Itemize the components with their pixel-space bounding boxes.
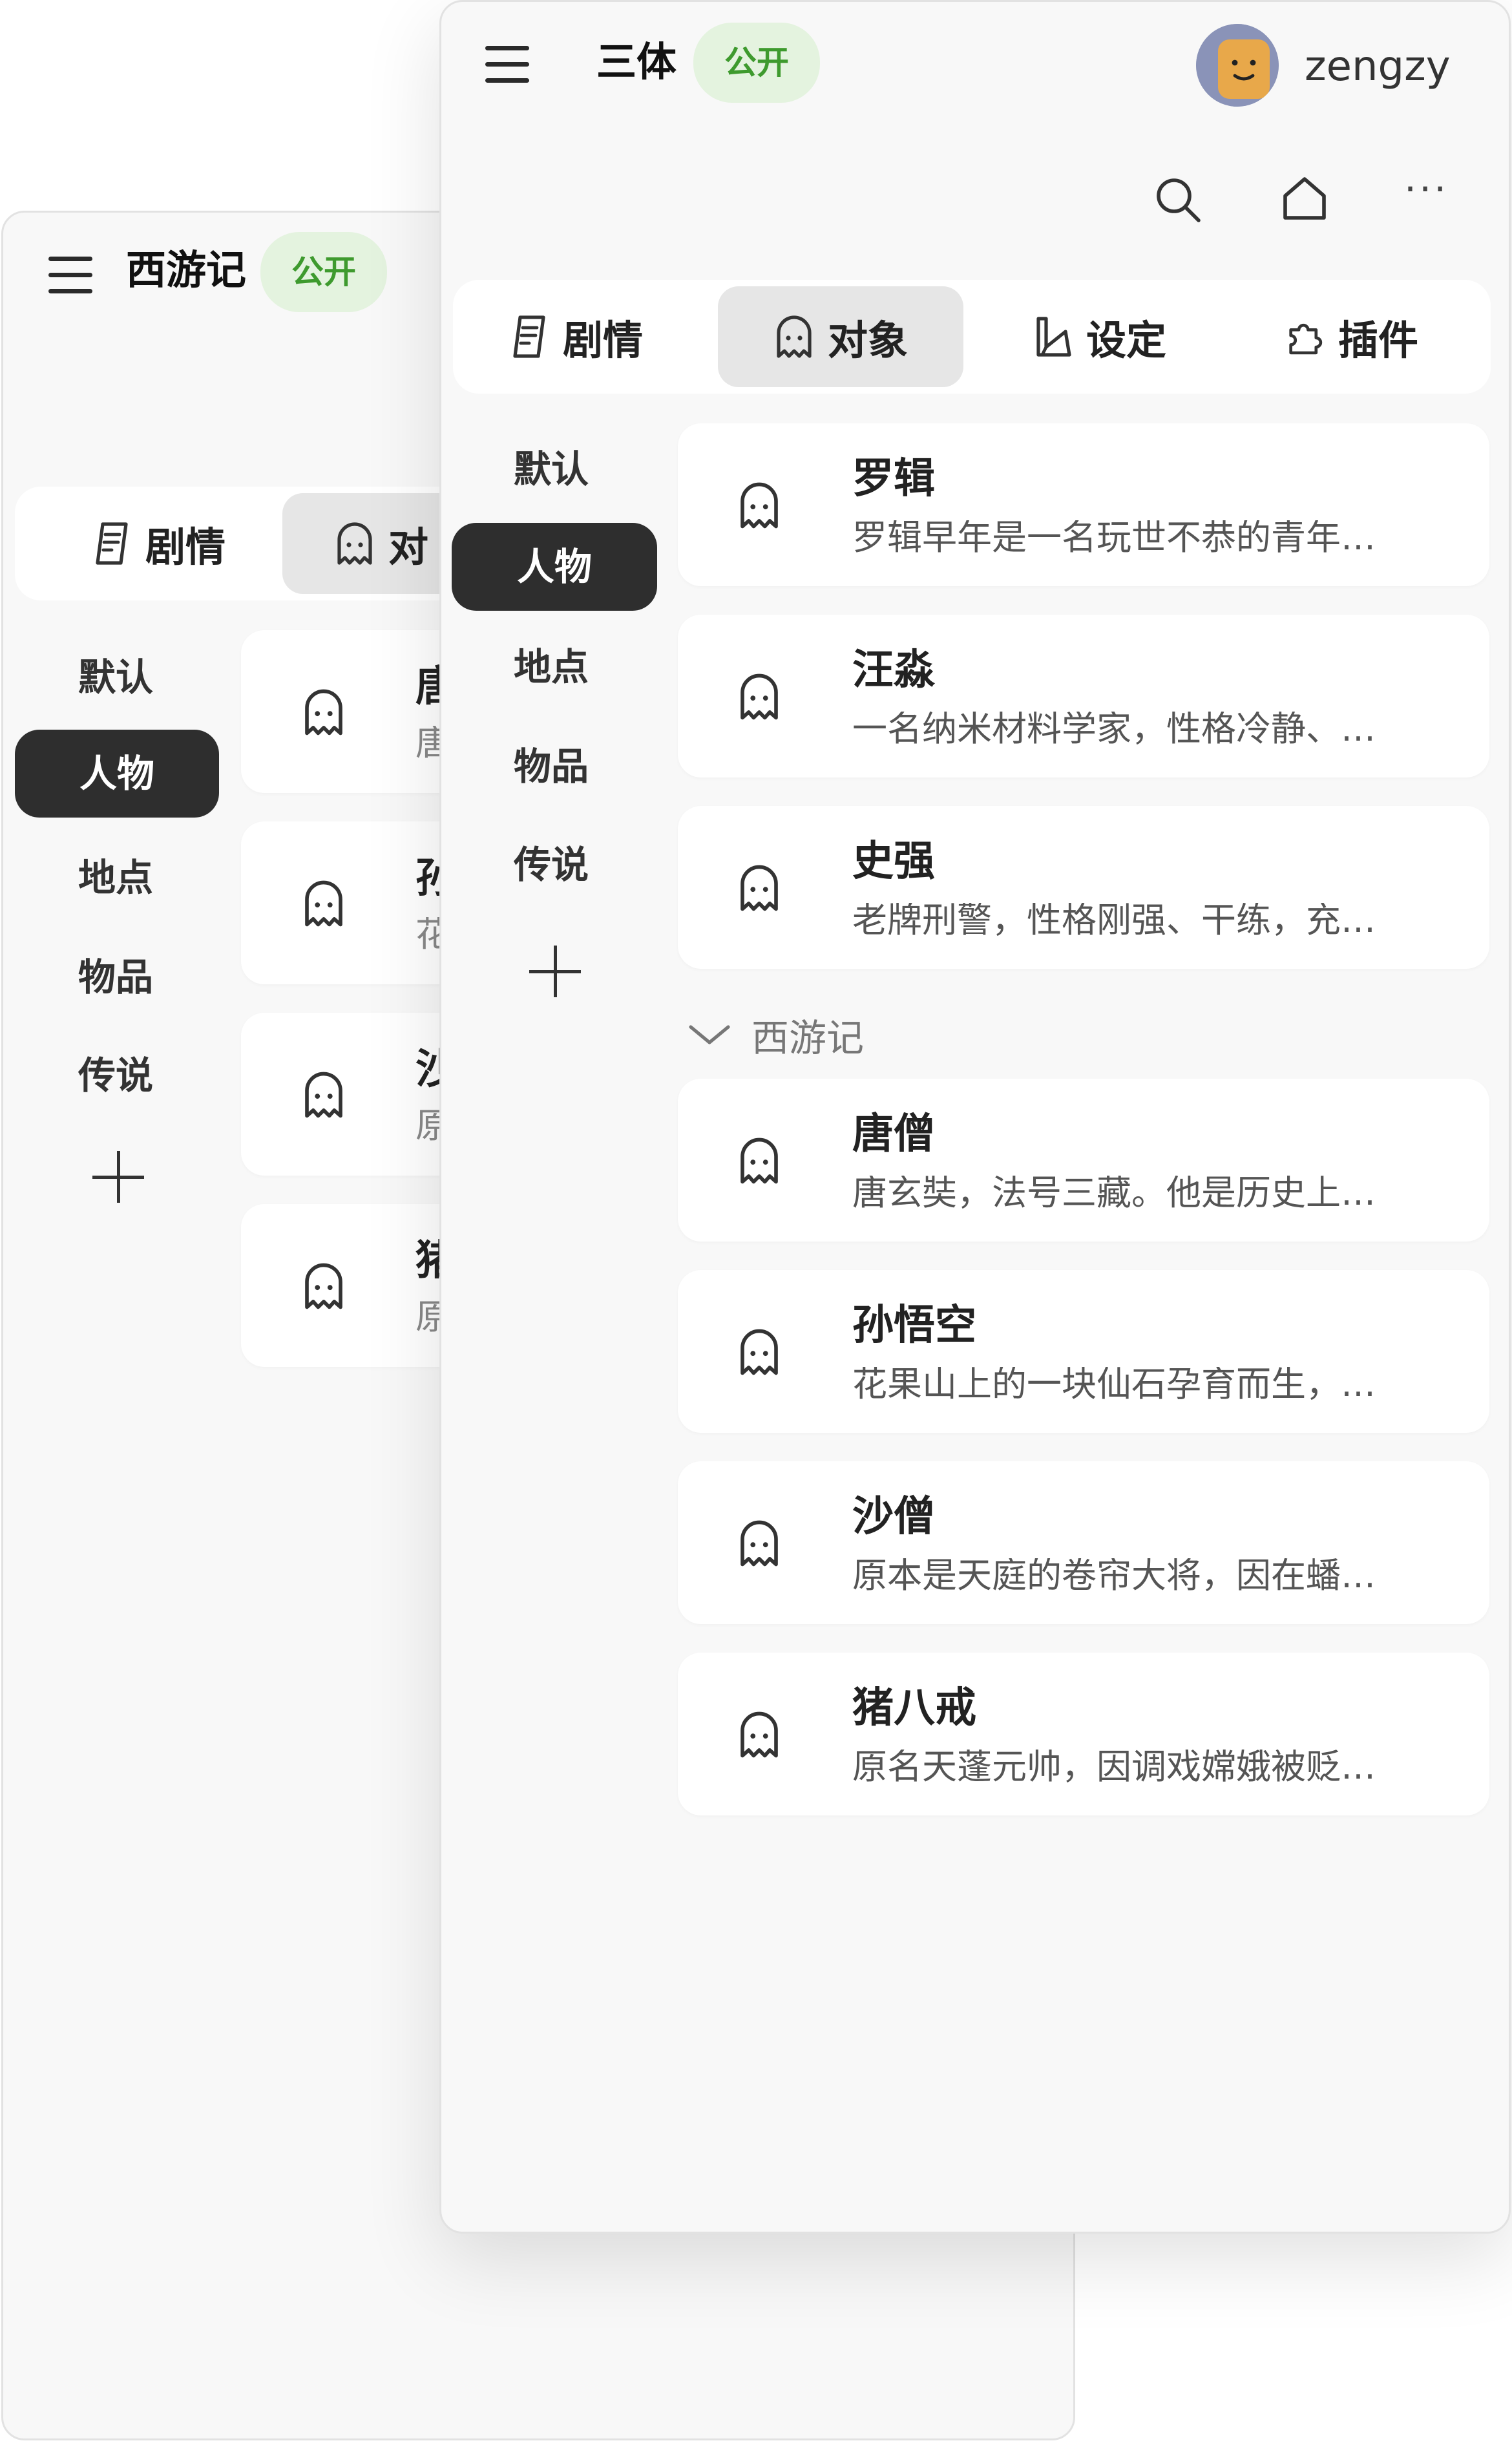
public-badge: 公开 bbox=[693, 23, 820, 103]
username[interactable]: zengzy bbox=[1305, 46, 1451, 87]
ghost-icon bbox=[740, 673, 778, 720]
list-item[interactable]: 汪淼 一名纳米材料学家，性格冷静、… bbox=[678, 615, 1489, 777]
ghost-icon bbox=[740, 482, 778, 529]
project-title: 三体 bbox=[596, 38, 677, 85]
card-name: 猪八戒 bbox=[852, 1684, 976, 1732]
tab-plot[interactable]: 剧情 bbox=[61, 493, 255, 594]
list-item[interactable]: 孙悟空 花果山上的一块仙石孕育而生，… bbox=[678, 1270, 1489, 1433]
sidebar-item-characters[interactable]: 人物 bbox=[15, 730, 219, 818]
tab-settings[interactable]: 设定 bbox=[989, 286, 1209, 387]
home-icon[interactable] bbox=[1279, 173, 1330, 224]
ghost-icon bbox=[305, 880, 342, 927]
card-name: 罗辑 bbox=[852, 455, 935, 503]
document-icon bbox=[513, 315, 545, 358]
group-label: 西游记 bbox=[751, 1016, 865, 1060]
card-name: 孙悟空 bbox=[852, 1302, 976, 1349]
card-desc: 花果山上的一块仙石孕育而生，… bbox=[852, 1367, 1376, 1402]
sidebar-item-default[interactable]: 默认 bbox=[514, 450, 589, 488]
tab-label: 对 bbox=[388, 524, 429, 571]
sidebar-item-locations[interactable]: 地点 bbox=[514, 648, 589, 686]
chevron-down-icon bbox=[689, 1025, 730, 1044]
card-desc: 罗辑早年是一名玩世不恭的青年… bbox=[852, 520, 1376, 555]
ghost-icon bbox=[740, 865, 778, 911]
card-desc: 唐玄奘，法号三藏。他是历史上… bbox=[852, 1176, 1376, 1211]
ghost-icon bbox=[337, 522, 372, 565]
search-icon[interactable] bbox=[1152, 174, 1204, 226]
document-icon bbox=[96, 522, 128, 565]
more-icon[interactable]: ··· bbox=[1404, 170, 1449, 209]
list-item[interactable]: 史强 老牌刑警，性格刚强、干练，充… bbox=[678, 806, 1489, 969]
sidebar-item-legends[interactable]: 传说 bbox=[78, 1057, 153, 1094]
sidebar-item-items[interactable]: 物品 bbox=[514, 748, 589, 785]
group-header[interactable]: 西游记 bbox=[687, 1008, 864, 1062]
list-item[interactable]: 唐僧 唐玄奘，法号三藏。他是历史上… bbox=[678, 1079, 1489, 1242]
front-window: 三体 公开 zengzy ··· 剧情 对象 设定 插件 默认 人物 地点 物品… bbox=[439, 0, 1511, 2234]
card-desc: 原本是天庭的卷帘大将，因在蟠… bbox=[852, 1558, 1376, 1593]
tab-bar: 剧情 对象 设定 插件 bbox=[453, 280, 1491, 394]
ghost-icon bbox=[305, 1072, 342, 1118]
project-title: 西游记 bbox=[126, 246, 247, 293]
menu-icon[interactable] bbox=[48, 257, 92, 305]
avatar-face-icon bbox=[1196, 24, 1279, 107]
card-name: 沙僧 bbox=[852, 1493, 935, 1541]
ghost-icon bbox=[740, 1520, 778, 1567]
tab-label: 剧情 bbox=[562, 317, 643, 364]
tab-label: 设定 bbox=[1086, 317, 1166, 364]
tab-objects[interactable]: 对象 bbox=[718, 286, 963, 387]
ghost-icon bbox=[305, 689, 342, 735]
sidebar-item-characters[interactable]: 人物 bbox=[452, 523, 657, 611]
card-name: 汪淼 bbox=[852, 646, 935, 694]
sidebar-item-locations[interactable]: 地点 bbox=[78, 859, 153, 896]
add-category-button[interactable] bbox=[529, 946, 581, 997]
card-name: 唐僧 bbox=[852, 1110, 935, 1158]
ghost-icon bbox=[740, 1137, 778, 1184]
ghost-icon bbox=[740, 1329, 778, 1375]
tab-plugins[interactable]: 插件 bbox=[1241, 286, 1461, 387]
card-desc: 老牌刑警，性格刚强、干练，充… bbox=[852, 903, 1376, 938]
sidebar-item-legends[interactable]: 传说 bbox=[514, 846, 589, 883]
public-badge: 公开 bbox=[260, 232, 387, 312]
tab-label: 对象 bbox=[827, 317, 908, 364]
card-desc: 原名天蓬元帅，因调戏嫦娥被贬… bbox=[852, 1750, 1376, 1784]
sidebar-item-items[interactable]: 物品 bbox=[78, 958, 153, 996]
ghost-icon bbox=[740, 1711, 778, 1758]
menu-icon[interactable] bbox=[485, 46, 529, 94]
list-item[interactable]: 猪八戒 原名天蓬元帅，因调戏嫦娥被贬… bbox=[678, 1653, 1489, 1815]
ghost-icon bbox=[777, 315, 812, 358]
card-desc: 一名纳米材料学家，性格冷静、… bbox=[852, 712, 1376, 746]
tab-label: 剧情 bbox=[145, 524, 226, 571]
tab-plot[interactable]: 剧情 bbox=[479, 286, 673, 387]
setting-book-icon bbox=[1036, 317, 1071, 357]
ghost-icon bbox=[305, 1263, 342, 1309]
avatar[interactable] bbox=[1196, 24, 1279, 107]
add-category-button[interactable] bbox=[92, 1151, 144, 1203]
list-item[interactable]: 罗辑 罗辑早年是一名玩世不恭的青年… bbox=[678, 423, 1489, 586]
puzzle-icon bbox=[1289, 323, 1323, 355]
card-name: 史强 bbox=[852, 838, 935, 885]
tab-label: 插件 bbox=[1338, 317, 1418, 364]
list-item[interactable]: 沙僧 原本是天庭的卷帘大将，因在蟠… bbox=[678, 1461, 1489, 1624]
sidebar-item-default[interactable]: 默认 bbox=[78, 659, 153, 696]
